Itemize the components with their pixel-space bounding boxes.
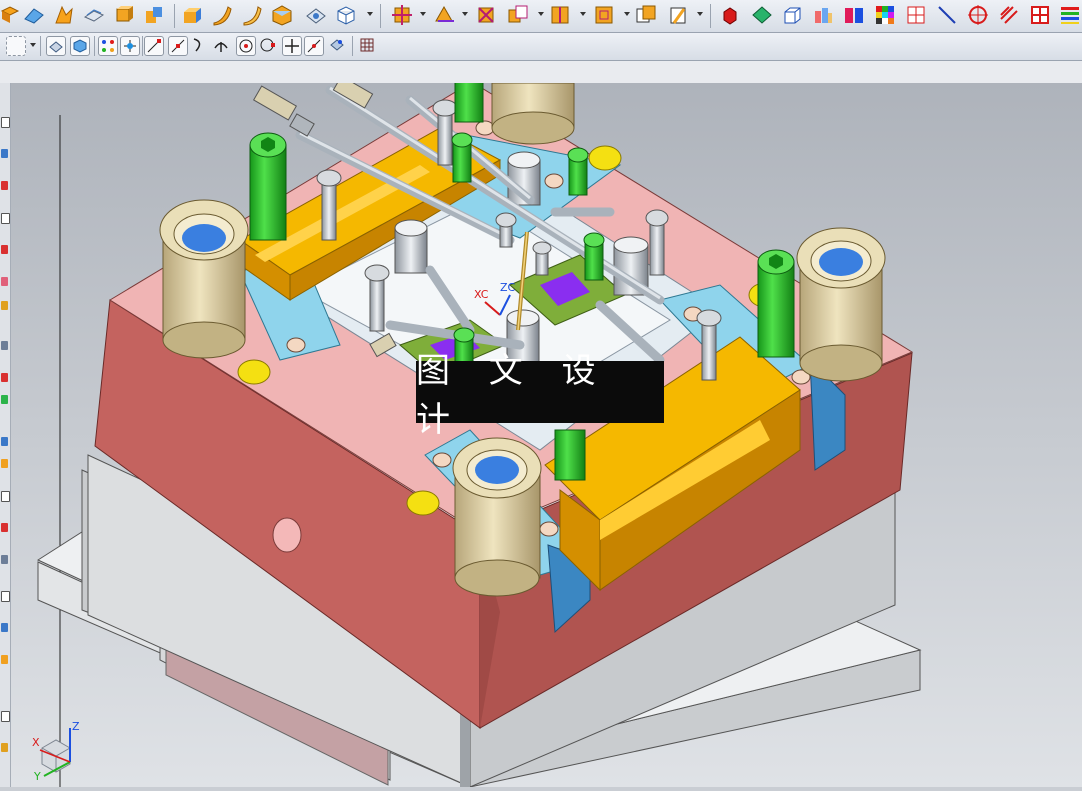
resource-icon[interactable] [1, 395, 8, 404]
gray-screw [532, 241, 552, 276]
cross-section-icon[interactable] [904, 3, 928, 27]
resource-icon[interactable] [1, 711, 10, 722]
resource-icon[interactable] [1, 655, 8, 664]
replace-face-icon[interactable] [506, 3, 530, 27]
view-triad[interactable]: Z Y X [30, 720, 90, 783]
resource-icon[interactable] [1, 591, 10, 602]
resource-bar[interactable] [0, 83, 11, 787]
resource-icon[interactable] [1, 373, 8, 382]
resource-icon[interactable] [1, 623, 8, 632]
hatch-icon[interactable] [997, 3, 1021, 27]
box-solid-icon[interactable] [180, 3, 204, 27]
arc-center-icon[interactable] [236, 36, 256, 56]
selection-toolbar [0, 33, 1082, 61]
green-bolt [583, 232, 605, 281]
extrude-icon[interactable] [22, 3, 46, 27]
graphics-window[interactable]: XC ZC 图 文 设 计 [11, 75, 1082, 788]
revolve-icon[interactable] [52, 3, 76, 27]
resource-icon[interactable] [1, 301, 8, 310]
resource-icon[interactable] [1, 555, 8, 564]
resource-icon[interactable] [1, 117, 10, 128]
snap-midpoint-icon[interactable] [120, 36, 140, 56]
green-bolt [567, 147, 589, 196]
face-icon[interactable] [750, 3, 774, 27]
intersection-icon[interactable] [212, 36, 232, 56]
resource-icon[interactable] [1, 245, 8, 254]
triad-y-label: Y [33, 770, 41, 782]
select-rectangle-icon[interactable] [6, 36, 26, 56]
shell-icon[interactable] [304, 3, 328, 27]
mid-point-icon[interactable] [168, 36, 188, 56]
snap-points-icon[interactable] [98, 36, 118, 56]
green-bolt [454, 81, 484, 123]
guide-bushing [796, 227, 886, 382]
wcs-x-label: XC [474, 288, 489, 301]
multi-body-icon[interactable] [811, 3, 835, 27]
guide-bushing [491, 82, 575, 145]
copy-face-icon[interactable] [634, 3, 658, 27]
grid-plane-icon[interactable] [1028, 3, 1052, 27]
grid-snap-icon[interactable] [358, 36, 378, 56]
point-on-curve-icon[interactable] [304, 36, 324, 56]
paste-face-icon[interactable] [666, 3, 690, 27]
watermark-text: 图 文 设 计 [416, 351, 664, 440]
layer-stack-icon[interactable] [1058, 3, 1082, 27]
mirror-body-icon[interactable] [270, 3, 294, 27]
guide-bushing [452, 437, 542, 597]
resource-icon[interactable] [1, 491, 10, 502]
core-pin [394, 219, 428, 274]
box-frame-icon[interactable] [780, 3, 804, 27]
resource-icon[interactable] [1, 181, 8, 190]
resource-icon[interactable] [1, 743, 8, 752]
resource-icon[interactable] [1, 213, 10, 224]
resource-icon[interactable] [1, 149, 8, 158]
green-bolt [757, 249, 795, 358]
resource-icon[interactable] [1, 437, 8, 446]
move-object-icon[interactable] [390, 3, 414, 27]
wcs-z-label: ZC [500, 281, 516, 294]
point-target-icon[interactable] [966, 3, 990, 27]
solid-body-icon[interactable] [718, 3, 742, 27]
sheet-body-icon[interactable] [0, 3, 24, 27]
resource-icon[interactable] [1, 277, 8, 286]
resource-icon[interactable] [1, 341, 8, 350]
main-toolbar [0, 0, 1082, 33]
block-icon[interactable] [112, 3, 136, 27]
tube-icon[interactable] [240, 3, 264, 27]
sweep-icon[interactable] [210, 3, 234, 27]
green-bolt [249, 132, 287, 241]
filter-body-icon[interactable] [46, 36, 66, 56]
control-point-icon[interactable] [190, 36, 210, 56]
existing-point-icon[interactable] [282, 36, 302, 56]
dual-body-icon[interactable] [842, 3, 866, 27]
resource-icon[interactable] [1, 459, 8, 468]
toolbar-dock-area [0, 61, 1082, 84]
green-bolt [451, 132, 473, 183]
color-grid-icon[interactable] [873, 3, 897, 27]
pattern-face-icon[interactable] [592, 3, 616, 27]
split-body-icon[interactable] [548, 3, 572, 27]
delete-face-icon[interactable] [474, 3, 498, 27]
triad-z-label: Z [72, 720, 80, 733]
filter-solid-icon[interactable] [70, 36, 90, 56]
line-icon[interactable] [935, 3, 959, 27]
offset-face-icon[interactable] [432, 3, 456, 27]
guide-bushing [159, 199, 249, 359]
wireframe-cube-icon[interactable] [334, 3, 358, 27]
resource-icon[interactable] [1, 523, 8, 532]
point-on-face-icon[interactable] [328, 36, 348, 56]
end-point-icon[interactable] [144, 36, 164, 56]
quadrant-point-icon[interactable] [258, 36, 278, 56]
thicken-icon[interactable] [82, 3, 106, 27]
boolean-icon[interactable] [142, 3, 166, 27]
triad-x-label: X [32, 736, 40, 749]
